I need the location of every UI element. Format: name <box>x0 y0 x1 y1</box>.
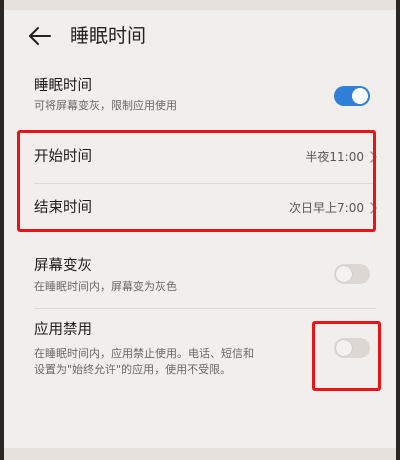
grayscale-title: 屏幕变灰 <box>34 258 92 274</box>
back-button[interactable] <box>26 23 54 49</box>
toggle-knob <box>336 266 352 282</box>
header: 睡眠时间 <box>4 14 396 58</box>
end-time-value: 次日早上7:00 <box>289 201 364 215</box>
end-time-title: 结束时间 <box>34 200 92 216</box>
chevron-right-icon <box>370 151 377 163</box>
page-title: 睡眠时间 <box>70 25 147 47</box>
grayscale-row[interactable]: 屏幕变灰 在睡眠时间内，屏幕变为灰色 <box>4 252 396 302</box>
app-block-title: 应用禁用 <box>34 322 92 338</box>
app-block-toggle[interactable] <box>334 338 370 358</box>
back-arrow-icon <box>29 27 51 45</box>
divider <box>34 183 376 184</box>
start-time-value: 半夜11:00 <box>305 150 364 164</box>
start-time-title: 开始时间 <box>34 149 92 165</box>
app-block-subtitle-line1: 在睡眠时间内，应用禁止使用。电话、短信和 <box>34 347 254 360</box>
grayscale-toggle[interactable] <box>334 264 370 284</box>
sleep-time-toggle[interactable] <box>334 86 370 106</box>
status-bar <box>4 0 396 10</box>
toggle-knob <box>352 88 368 104</box>
app-block-row[interactable]: 应用禁用 在睡眠时间内，应用禁止使用。电话、短信和 设置为"始终允许"的应用，使… <box>4 318 396 384</box>
end-time-row[interactable]: 结束时间 次日早上7:00 <box>4 186 396 230</box>
sleep-time-screen: 睡眠时间 睡眠时间 可将屏幕变灰，限制应用使用 开始时间 半夜11:00 结束时… <box>4 0 396 460</box>
sleep-time-title: 睡眠时间 <box>34 78 92 94</box>
sleep-time-row[interactable]: 睡眠时间 可将屏幕变灰，限制应用使用 <box>4 70 396 126</box>
chevron-right-icon <box>370 202 377 214</box>
toggle-knob <box>336 340 352 356</box>
divider <box>34 308 376 309</box>
grayscale-subtitle: 在睡眠时间内，屏幕变为灰色 <box>34 280 177 293</box>
navigation-bar <box>4 448 396 460</box>
app-block-subtitle-line2: 设置为"始终允许"的应用，使用不受限。 <box>34 363 232 376</box>
sleep-time-subtitle: 可将屏幕变灰，限制应用使用 <box>34 99 177 112</box>
start-time-row[interactable]: 开始时间 半夜11:00 <box>4 136 396 180</box>
